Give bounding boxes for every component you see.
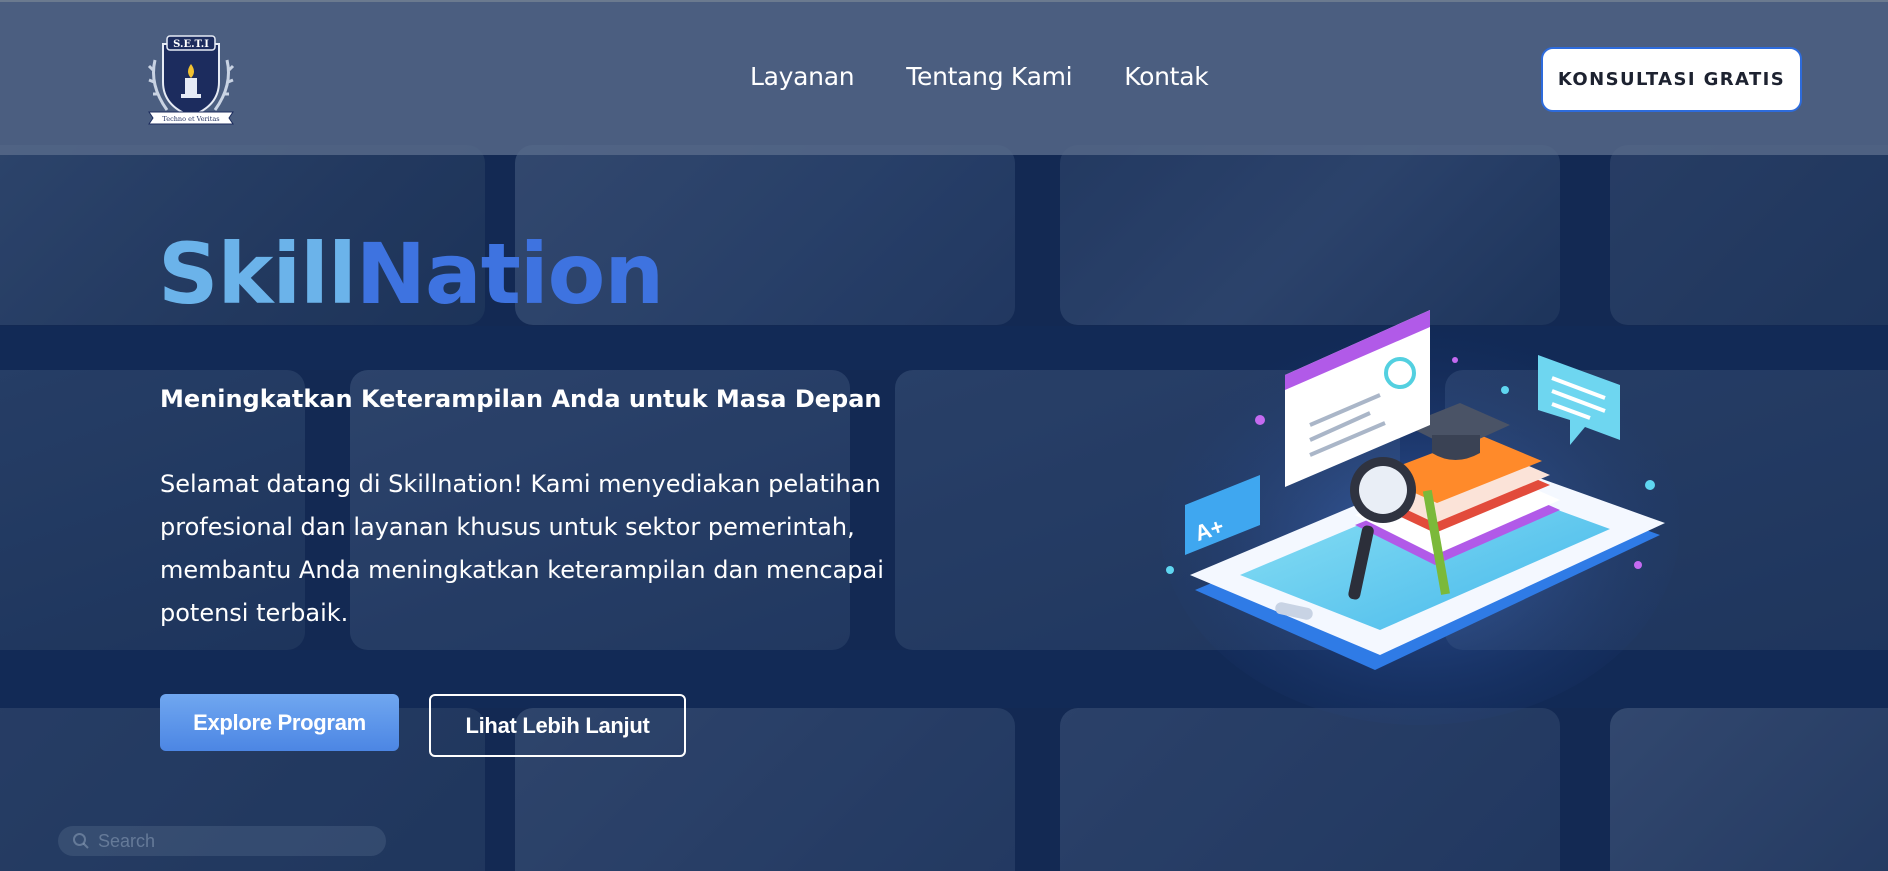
learn-more-button[interactable]: Lihat Lebih Lanjut (429, 694, 686, 757)
hero-description: Selamat datang di Skillnation! Kami meny… (160, 470, 884, 627)
bg-search-placeholder: Search (98, 830, 156, 851)
svg-text:Techno et Veritas: Techno et Veritas (162, 115, 219, 123)
brand-title: SkillNation (158, 232, 664, 316)
search-icon (73, 833, 89, 849)
nav-link-layanan[interactable]: Layanan (750, 62, 855, 91)
svg-text:S.E.T.I: S.E.T.I (173, 39, 209, 50)
brand-title-part2: Nation (355, 225, 664, 323)
bg-search-box: Search (58, 826, 386, 856)
main-nav: Layanan Tentang Kami Kontak (750, 62, 1209, 91)
online-learning-phone-illustration: A+ (1160, 310, 1680, 725)
seti-crest-icon: S.E.T.I Techno et Veritas (147, 35, 235, 125)
nav-link-kontak[interactable]: Kontak (1124, 62, 1208, 91)
explore-program-button[interactable]: Explore Program (160, 694, 399, 751)
logo[interactable]: S.E.T.I Techno et Veritas (145, 30, 237, 128)
free-consultation-button[interactable]: KONSULTASI GRATIS (1541, 47, 1802, 112)
brand-title-part1: Skill (158, 225, 357, 323)
hero-subtitle: Meningkatkan Keterampilan Anda untuk Mas… (160, 385, 882, 413)
nav-link-tentang-kami[interactable]: Tentang Kami (906, 62, 1072, 91)
site-header: S.E.T.I Techno et Veritas Layanan Tentan… (0, 0, 1888, 155)
